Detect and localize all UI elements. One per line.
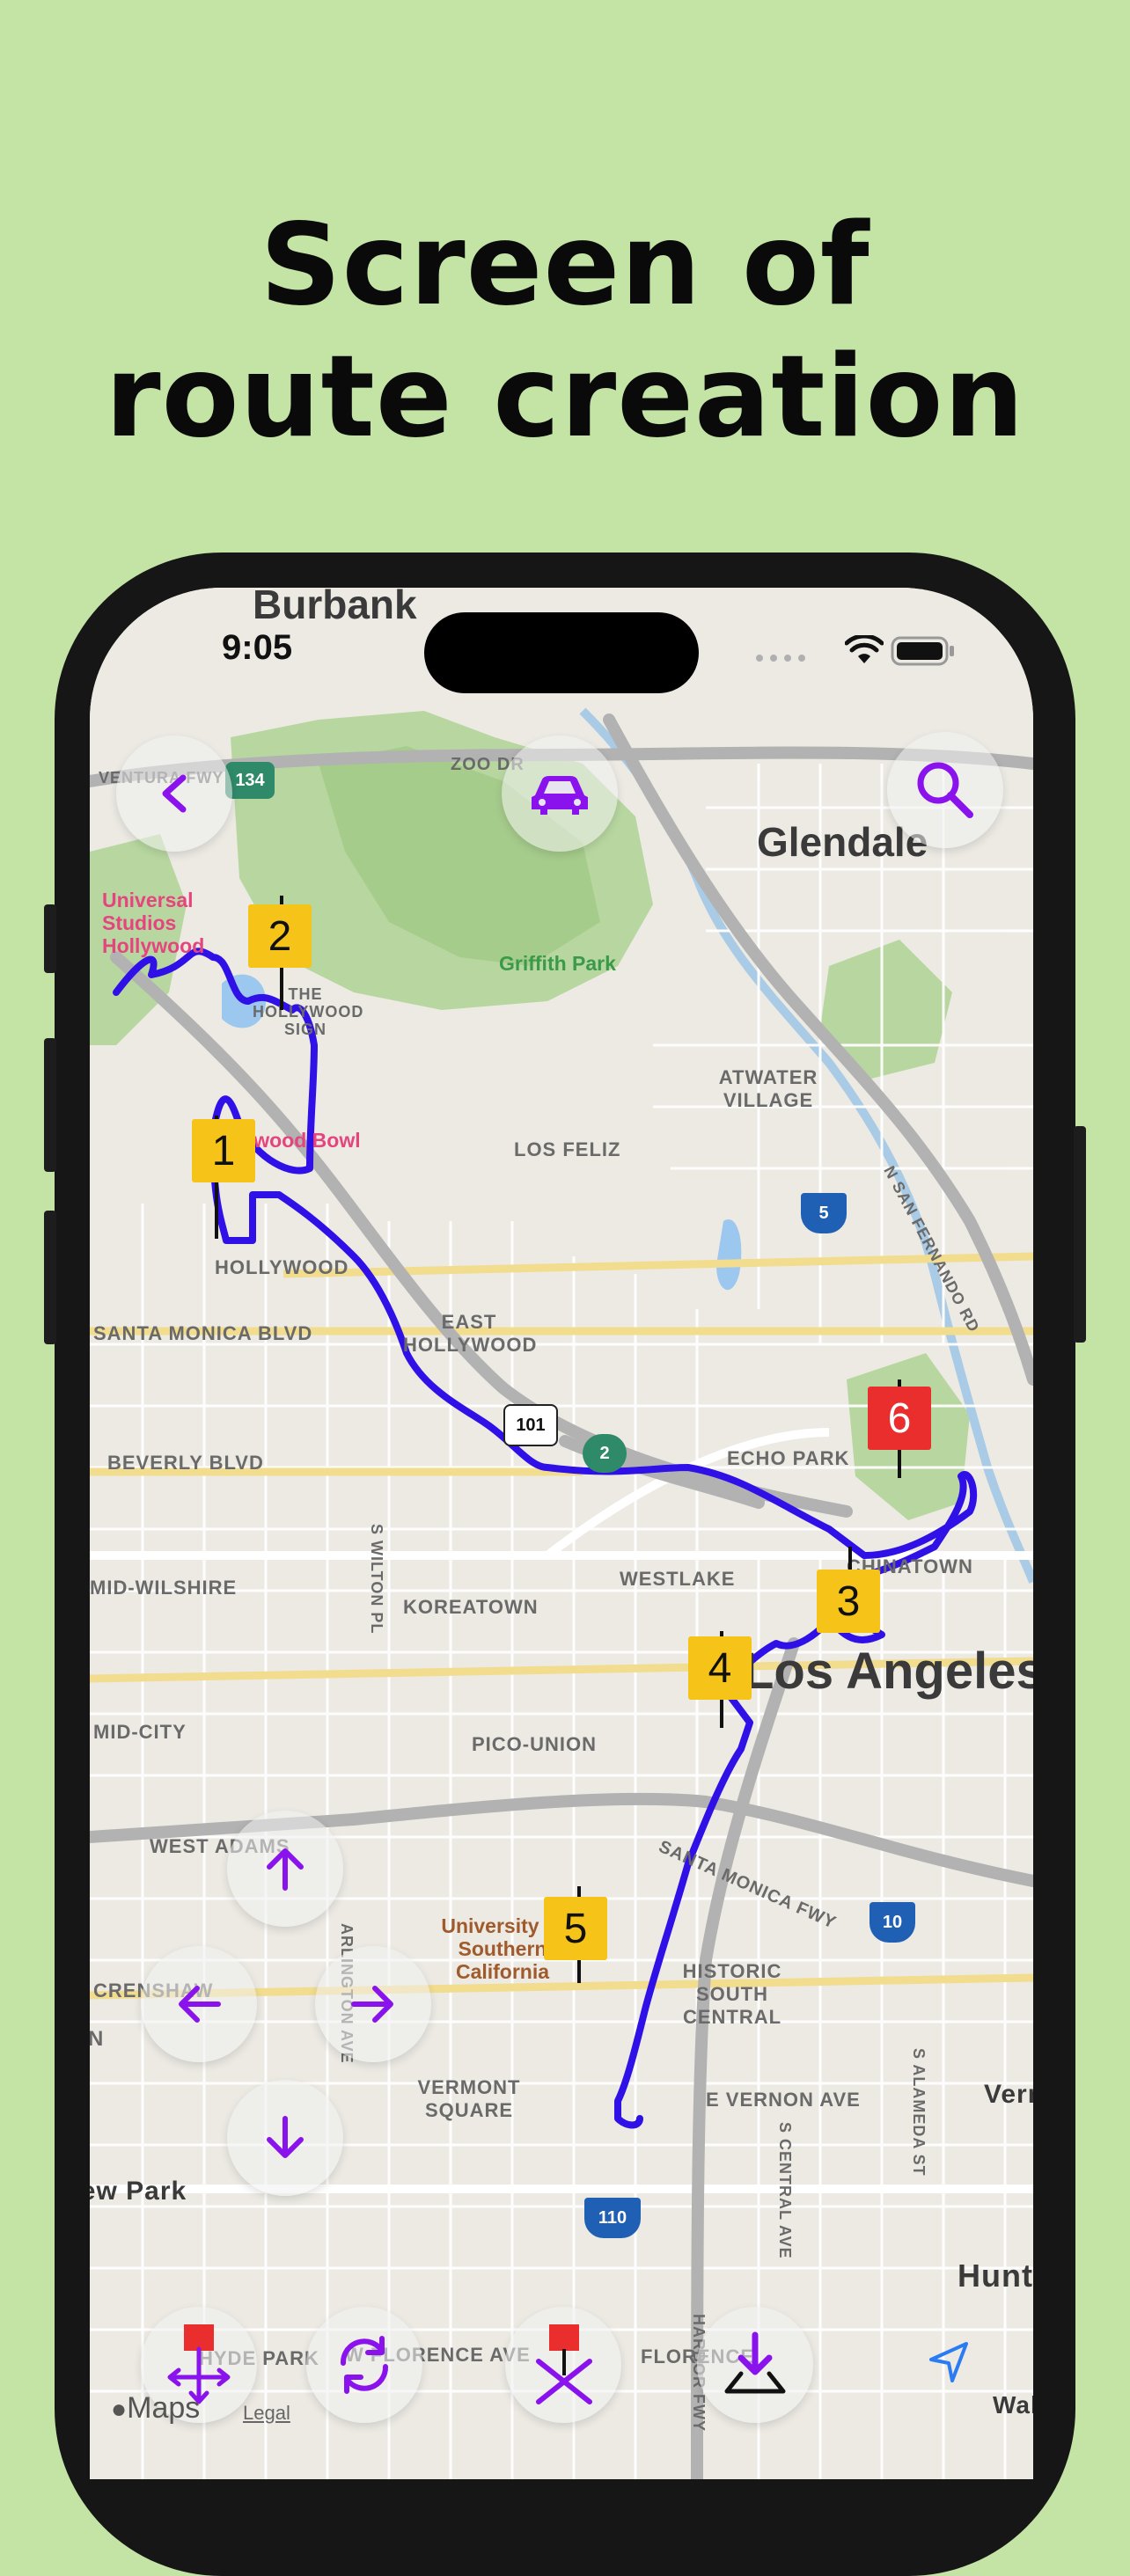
label-s-central-ave: S CENTRAL AVE [776, 2122, 794, 2259]
label-mid-wilshire: MID-WILSHIRE [90, 1577, 238, 1599]
headline-line-2: route creation [105, 332, 1025, 463]
route-marker-1[interactable]: 1 [192, 1119, 255, 1182]
label-e-vernon-ave: E VERNON AVE [706, 2089, 861, 2111]
save-button[interactable] [697, 2307, 813, 2423]
map-canvas[interactable] [90, 588, 1033, 2479]
label-los-feliz: LOS FELIZ [514, 1138, 621, 1160]
refresh-button[interactable] [306, 2307, 422, 2423]
phone-screen: Burbank Glendale Griffith Park Universal… [90, 588, 1033, 2479]
headline-line-1: Screen of [260, 200, 870, 331]
delete-flag-button[interactable] [505, 2307, 621, 2423]
car-icon [532, 776, 588, 815]
label-view-park: View Park [90, 2177, 187, 2206]
label-pico-union: PICO-UNION [472, 1733, 597, 1755]
legal-link[interactable]: Legal [243, 2402, 290, 2425]
label-s-alameda-st: S ALAMEDA ST [910, 2048, 928, 2177]
battery-icon [891, 635, 956, 670]
arrow-down-icon [267, 2116, 304, 2158]
label-santa-monica-blvd: SANTA MONICA BLVD [93, 1322, 313, 1344]
chevron-left-icon [162, 774, 187, 813]
label-walnut-park: Walnut Park [993, 2391, 1033, 2419]
delete-flag-icon [536, 2324, 592, 2404]
pan-down-button[interactable] [227, 2080, 343, 2196]
search-button[interactable] [887, 732, 1003, 848]
label-burbank: Burbank [253, 588, 417, 627]
label-vermont-square: VERMONT SQUARE [417, 2076, 521, 2121]
label-griffith-park: Griffith Park [499, 952, 616, 975]
refresh-icon [340, 2336, 389, 2394]
pan-left-button[interactable] [141, 1946, 257, 2062]
dynamic-island [424, 612, 699, 693]
label-hollywood-sign: THE HOLLYWOOD SIGN [253, 985, 364, 1038]
apple-logo-icon: ● [111, 2395, 128, 2424]
route-marker-2[interactable]: 2 [248, 904, 312, 968]
location-button[interactable] [926, 2338, 972, 2388]
mute-switch [44, 904, 56, 973]
volume-down-button [44, 1211, 56, 1344]
route-marker-6[interactable]: 6 [868, 1387, 931, 1450]
shield-i110: 110 [584, 2198, 641, 2238]
route-marker-4[interactable]: 4 [688, 1636, 752, 1700]
label-los-angeles: Los Angeles [743, 1643, 1033, 1700]
shield-i10: 10 [870, 1902, 915, 1943]
label-s-wilton-pl: S WILTON PL [368, 1524, 385, 1635]
pan-right-button[interactable] [315, 1946, 431, 2062]
maps-attribution: ●Maps [111, 2391, 201, 2425]
shield-2: 2 [583, 1434, 627, 1473]
shield-us101: 101 [503, 1404, 558, 1446]
label-koreatown: KOREATOWN [403, 1596, 539, 1618]
route-marker-5[interactable]: 5 [544, 1897, 607, 1960]
label-mid-city: MID-CITY [93, 1721, 187, 1743]
back-button[interactable] [116, 735, 232, 852]
wifi-icon [844, 633, 884, 669]
download-tray-icon [724, 2331, 786, 2394]
label-westlake: WESTLAKE [620, 1568, 736, 1590]
label-hollywood: HOLLYWOOD [215, 1256, 349, 1278]
shield-i5: 5 [801, 1193, 847, 1233]
travel-mode-button[interactable] [502, 735, 618, 852]
label-n: N [90, 2027, 105, 2051]
location-arrow-icon [929, 2342, 968, 2382]
label-beverly-blvd: BEVERLY BLVD [107, 1452, 264, 1474]
status-time: 9:05 [222, 628, 293, 667]
label-vernon: Vernon [984, 2080, 1033, 2109]
label-huntington-park: Huntington Park [958, 2258, 1033, 2294]
route-marker-3[interactable]: 3 [817, 1570, 880, 1633]
label-universal-studios: Universal Studios Hollywood [102, 889, 205, 957]
shield-134: 134 [225, 762, 275, 799]
pan-up-button[interactable] [227, 1811, 343, 1927]
label-atwater-village: ATWATER VILLAGE [718, 1066, 818, 1111]
arrow-left-icon [179, 1986, 221, 2023]
volume-up-button [44, 1038, 56, 1172]
arrow-up-icon [267, 1848, 304, 1891]
label-echo-park: ECHO PARK [727, 1447, 850, 1469]
label-historic-south-central: HISTORIC SOUTH CENTRAL [682, 1960, 782, 2028]
signal-dots-icon [755, 649, 810, 666]
magnifier-icon [917, 762, 973, 818]
arrow-right-icon [351, 1986, 393, 2023]
label-east-hollywood: EAST HOLLYWOOD [403, 1311, 538, 1356]
power-button [1074, 1126, 1086, 1343]
